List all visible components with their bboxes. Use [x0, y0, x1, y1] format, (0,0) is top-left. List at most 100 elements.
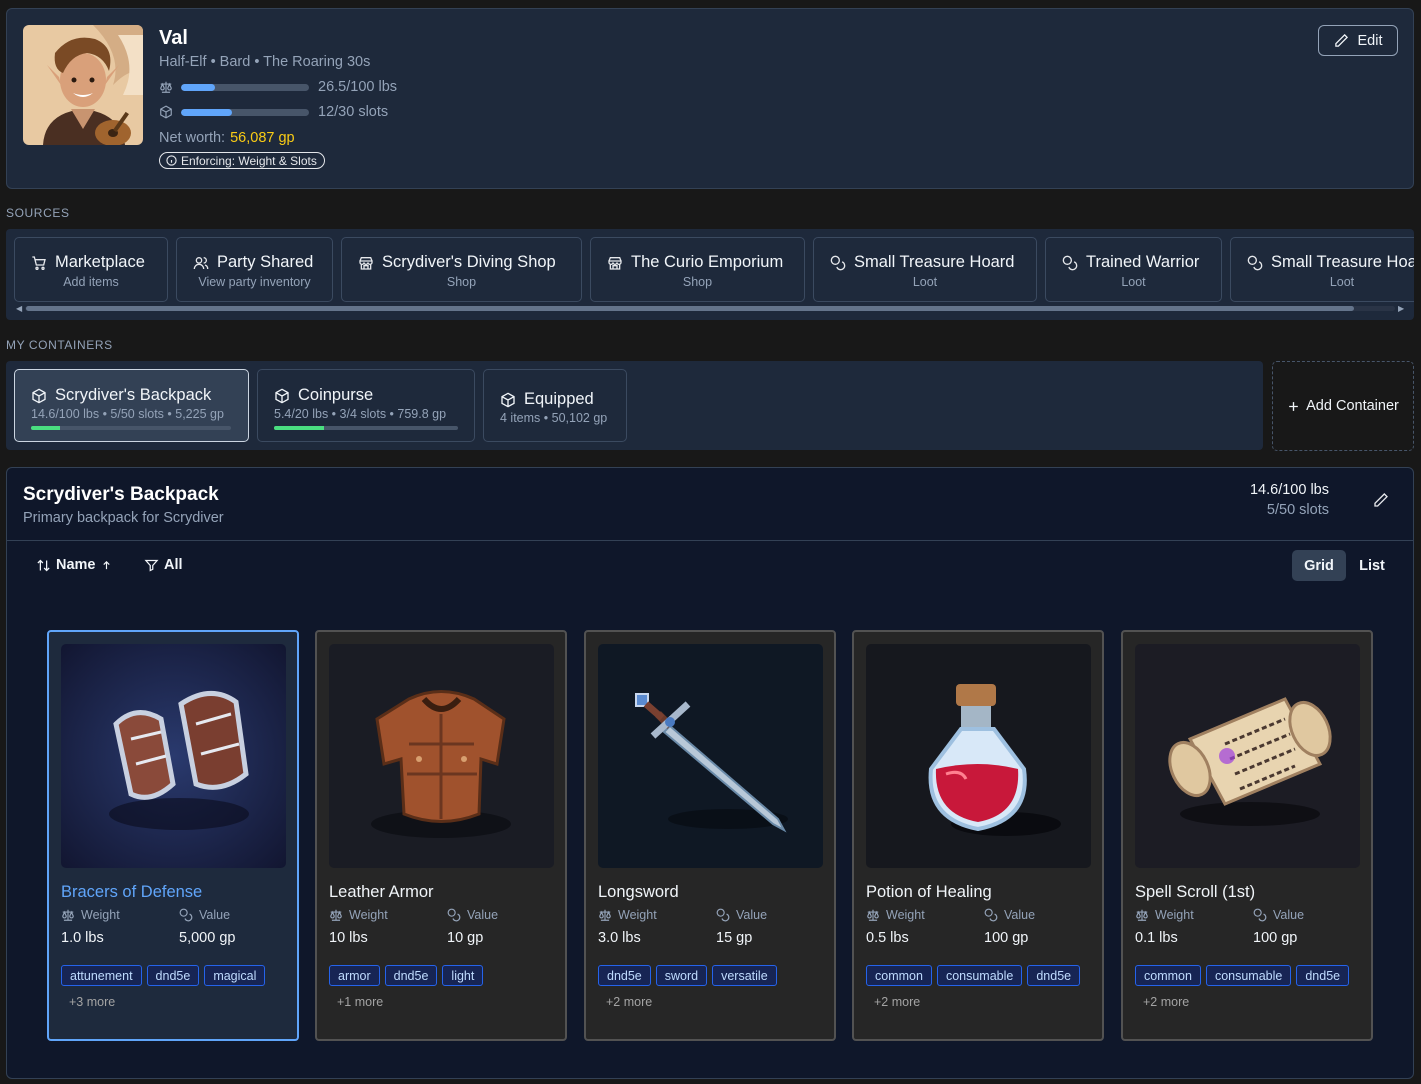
tag-list: common consumable dnd5e: [866, 965, 1081, 986]
box-icon: [274, 388, 290, 404]
weight-stat: 26.5/100 lbs: [159, 79, 397, 95]
container-capacity-bar: [274, 426, 458, 430]
sources-label: SOURCES: [6, 206, 70, 220]
scroll-left-icon[interactable]: ◀: [16, 304, 22, 313]
users-icon: [193, 255, 209, 271]
item-card[interactable]: Bracers of Defense Weight Value 1.0 lbs …: [47, 630, 299, 1041]
item-value: 100 gp: [984, 930, 1029, 946]
scroll-right-icon[interactable]: ▶: [1398, 304, 1404, 313]
tag-list: dnd5e sword versatile: [598, 965, 777, 986]
tag: attunement: [61, 965, 142, 986]
backpack-title: Scrydiver's Backpack: [23, 484, 219, 505]
grid-view-button[interactable]: Grid: [1292, 550, 1346, 581]
item-name: Longsword: [598, 883, 679, 901]
scale-icon: [598, 908, 612, 922]
item-weight: 1.0 lbs: [61, 930, 104, 946]
coins-icon: [1253, 908, 1267, 922]
value-label: Value: [1253, 908, 1304, 922]
cart-icon: [31, 255, 47, 271]
item-card[interactable]: Potion of Healing Weight Value 0.5 lbs 1…: [852, 630, 1104, 1041]
character-subtitle: Half-Elf • Bard • The Roaring 30s: [159, 54, 371, 70]
tag-list: armor dnd5e light: [329, 965, 484, 986]
store-icon: [607, 255, 623, 271]
value-label: Value: [447, 908, 498, 922]
source-marketplace[interactable]: Marketplace Add items: [14, 237, 168, 302]
weight-label: Weight: [598, 908, 657, 922]
container-coinpurse[interactable]: Coinpurse 5.4/20 lbs • 3/4 slots • 759.8…: [257, 369, 475, 442]
weight-label: Weight: [61, 908, 120, 922]
scale-icon: [1135, 908, 1149, 922]
item-card[interactable]: Longsword Weight Value 3.0 lbs 15 gp dnd…: [584, 630, 836, 1041]
item-weight: 3.0 lbs: [598, 930, 641, 946]
tag: common: [866, 965, 932, 986]
coins-icon: [984, 908, 998, 922]
container-capacity-bar: [31, 426, 231, 430]
list-view-button[interactable]: List: [1350, 550, 1394, 581]
container-scrydivers-backpack[interactable]: Scrydiver's Backpack 14.6/100 lbs • 5/50…: [14, 369, 249, 442]
item-card[interactable]: Leather Armor Weight Value 10 lbs 10 gp …: [315, 630, 567, 1041]
weight-bar: [181, 83, 309, 91]
backpack-slots: 5/50 slots: [1266, 502, 1329, 518]
source-party-shared[interactable]: Party Shared View party inventory: [176, 237, 333, 302]
scale-icon: [329, 908, 343, 922]
item-name: Bracers of Defense: [61, 883, 203, 901]
more-tags: +1 more: [337, 995, 384, 1009]
item-image: [61, 644, 286, 868]
slots-stat: 12/30 slots: [159, 104, 388, 120]
scrollbar-thumb[interactable]: [26, 306, 1354, 311]
store-icon: [358, 255, 374, 271]
tag: dnd5e: [146, 965, 200, 986]
item-weight: 10 lbs: [329, 930, 368, 946]
filter-button[interactable]: All: [144, 557, 183, 573]
container-equipped[interactable]: Equipped 4 items • 50,102 gp: [483, 369, 627, 442]
sources-scrollbar[interactable]: ◀ ▶: [14, 304, 1406, 313]
backpack-weight: 14.6/100 lbs: [1249, 482, 1329, 498]
coins-icon: [1247, 255, 1263, 271]
backpack-description: Primary backpack for Scrydiver: [23, 510, 224, 526]
item-weight: 0.1 lbs: [1135, 930, 1178, 946]
value-label: Value: [984, 908, 1035, 922]
net-worth-label: Net worth:: [159, 130, 226, 146]
source-curio-emporium[interactable]: The Curio Emporium Shop: [590, 237, 805, 302]
coins-icon: [830, 255, 846, 271]
pencil-icon: [1374, 493, 1388, 507]
coins-icon: [716, 908, 730, 922]
weight-label: Weight: [329, 908, 388, 922]
arrow-up-icon: [102, 560, 110, 569]
coins-icon: [179, 908, 193, 922]
edit-character-button[interactable]: Edit: [1318, 25, 1398, 56]
item-value: 10 gp: [447, 930, 484, 946]
more-tags: +3 more: [69, 995, 116, 1009]
containers-bar: Scrydiver's Backpack 14.6/100 lbs • 5/50…: [6, 361, 1263, 450]
more-tags: +2 more: [1143, 995, 1190, 1009]
box-icon: [500, 392, 516, 408]
character-portrait: [23, 25, 143, 145]
plus-icon: [1289, 401, 1298, 411]
item-image: [329, 644, 554, 868]
tag: consumable: [936, 965, 1023, 986]
tag: armor: [329, 965, 380, 986]
scale-icon: [61, 908, 75, 922]
sources-bar: Marketplace Add items Party Shared View …: [6, 229, 1414, 320]
source-trained-warrior[interactable]: Trained Warrior Loot: [1045, 237, 1222, 302]
add-container-button[interactable]: Add Container: [1272, 361, 1414, 451]
weight-text: 26.5/100 lbs: [318, 79, 398, 95]
item-name: Potion of Healing: [866, 883, 992, 901]
sort-button[interactable]: Name: [36, 557, 112, 573]
backpack-panel: Scrydiver's Backpack Primary backpack fo…: [6, 467, 1414, 1079]
net-worth-value: 56,087 gp: [230, 130, 295, 146]
scale-icon: [159, 80, 173, 94]
source-scrydivers-diving-shop[interactable]: Scrydiver's Diving Shop Shop: [341, 237, 582, 302]
item-card[interactable]: Spell Scroll (1st) Weight Value 0.1 lbs …: [1121, 630, 1373, 1041]
net-worth: Net worth: 56,087 gp: [159, 130, 295, 146]
source-small-treasure-hoard[interactable]: Small Treasure Hoard Loot: [813, 237, 1037, 302]
item-image: [598, 644, 823, 868]
containers-label: MY CONTAINERS: [6, 338, 113, 352]
source-small-treasure-hoard-2[interactable]: Small Treasure Hoard Loot: [1230, 237, 1414, 302]
box-icon: [31, 388, 47, 404]
item-weight: 0.5 lbs: [866, 930, 909, 946]
character-card: Val Half-Elf • Bard • The Roaring 30s 26…: [6, 8, 1414, 189]
backpack-header: Scrydiver's Backpack Primary backpack fo…: [7, 468, 1413, 541]
character-name: Val: [159, 27, 188, 49]
edit-backpack-button[interactable]: [1373, 492, 1389, 508]
